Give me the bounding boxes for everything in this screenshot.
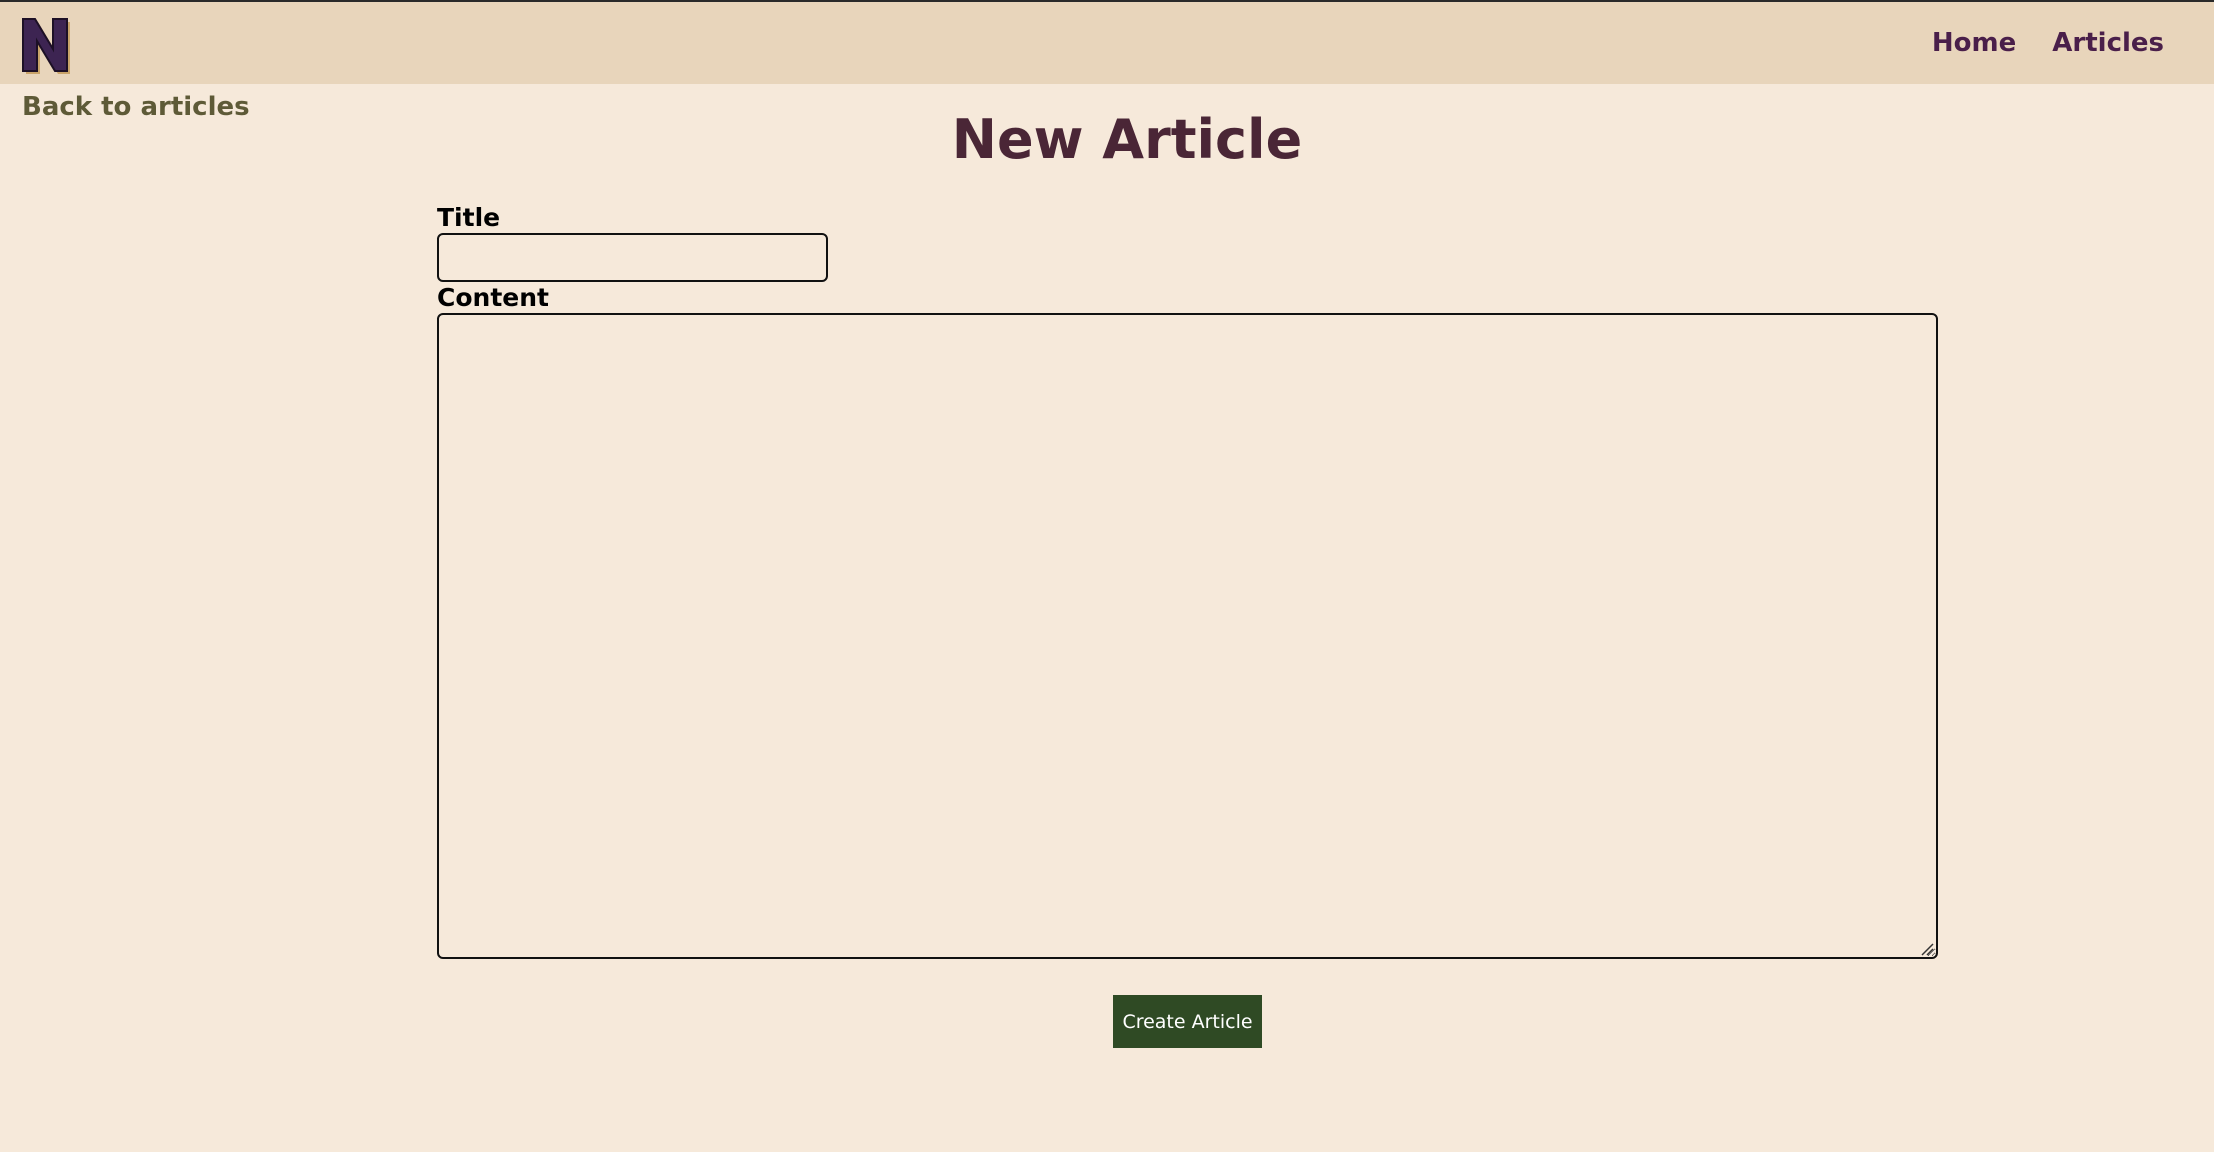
page-title: New Article: [951, 108, 1303, 171]
title-label: Title: [437, 203, 501, 232]
create-article-button[interactable]: Create Article: [1113, 995, 1262, 1048]
n-logo-icon[interactable]: [17, 15, 73, 75]
content-textarea[interactable]: [437, 313, 1938, 959]
navbar: Home Articles: [0, 0, 2214, 84]
nav-articles-link[interactable]: Articles: [2052, 28, 2164, 58]
content-label: Content: [437, 283, 549, 312]
nav-home-link[interactable]: Home: [1932, 28, 2016, 58]
top-nav: Home Articles: [1932, 28, 2164, 58]
title-input[interactable]: [437, 233, 828, 282]
resize-handle-icon[interactable]: [1918, 940, 1934, 956]
